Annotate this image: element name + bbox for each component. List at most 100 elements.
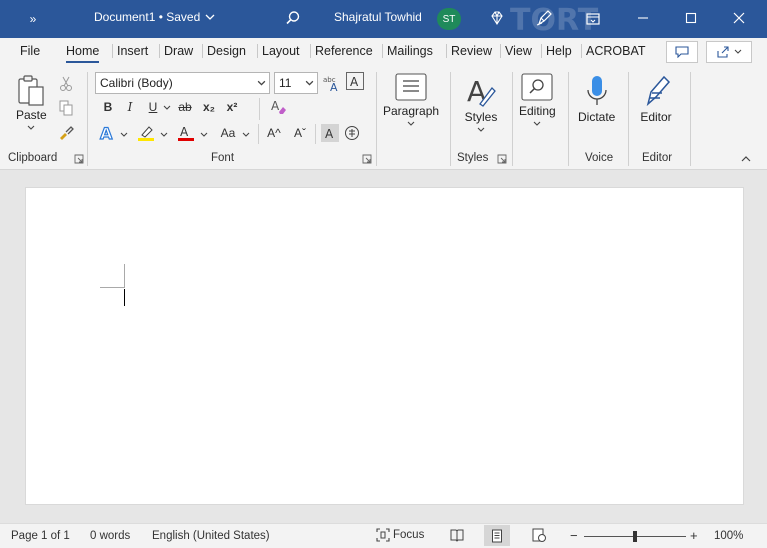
print-layout-button[interactable]	[484, 525, 510, 546]
page-count[interactable]: Page 1 of 1	[11, 530, 70, 542]
read-mode-button[interactable]	[450, 528, 464, 545]
text-effects-button[interactable]: A	[97, 123, 119, 143]
search-button[interactable]	[281, 6, 305, 30]
zoom-in-button[interactable]: +	[690, 528, 698, 543]
paste-icon	[18, 75, 44, 106]
status-bar: Page 1 of 1 0 words English (United Stat…	[0, 523, 767, 548]
format-painter-button[interactable]	[58, 124, 74, 140]
web-layout-button[interactable]	[532, 528, 546, 545]
language-indicator[interactable]: English (United States)	[152, 530, 270, 542]
tab-layout[interactable]: Layout	[257, 44, 300, 58]
tab-insert[interactable]: Insert	[112, 44, 148, 58]
tab-file[interactable]: File	[20, 44, 40, 58]
character-shading-button[interactable]: A	[321, 124, 339, 142]
paste-button[interactable]: Paste	[16, 74, 47, 132]
dialog-launcher-icon[interactable]	[74, 154, 84, 164]
word-count[interactable]: 0 words	[90, 530, 130, 542]
quick-access-more-button[interactable]: »	[22, 9, 44, 29]
bold-button[interactable]: B	[100, 98, 116, 116]
font-size-dropdown[interactable]: 11	[274, 72, 318, 94]
comments-button[interactable]	[666, 41, 698, 63]
subscript-button[interactable]: x₂	[200, 98, 218, 116]
chevron-down-icon	[533, 121, 541, 126]
tab-reference[interactable]: Reference	[310, 44, 373, 58]
focus-icon	[376, 528, 390, 542]
strikethrough-button[interactable]: ab	[175, 98, 195, 116]
font-name-dropdown[interactable]: Calibri (Body)	[95, 72, 270, 94]
tab-draw[interactable]: Draw	[159, 44, 193, 58]
ribbon-display-options-button[interactable]	[582, 8, 604, 30]
comment-icon	[675, 46, 689, 58]
tab-mailings[interactable]: Mailings	[382, 44, 433, 58]
document-area	[0, 171, 767, 523]
copy-icon	[59, 100, 73, 116]
italic-button[interactable]: I	[122, 98, 138, 116]
group-divider	[87, 72, 88, 166]
share-icon	[717, 46, 729, 58]
clipboard-group-label: Clipboard	[8, 152, 58, 164]
enclose-characters-button[interactable]	[343, 124, 361, 142]
chevron-down-icon	[257, 80, 266, 86]
chevron-down-icon	[477, 127, 485, 132]
chevron-down-icon[interactable]	[120, 131, 128, 139]
title-bar: TORT » Document1 • Saved Shajratul Towhi…	[0, 0, 767, 38]
minimize-button[interactable]	[630, 6, 656, 30]
tab-help[interactable]: Help	[541, 44, 572, 58]
editor-button[interactable]: Editor	[640, 74, 672, 124]
paragraph-button[interactable]: Paragraph	[383, 72, 439, 128]
editor-pen-icon	[646, 75, 671, 107]
underline-button[interactable]: U	[145, 98, 161, 116]
tab-design[interactable]: Design	[202, 44, 246, 58]
zoom-level[interactable]: 100%	[714, 530, 743, 542]
chevron-down-icon[interactable]	[242, 131, 250, 139]
dictate-button[interactable]: Dictate	[578, 74, 615, 124]
chevron-down-icon[interactable]	[160, 131, 168, 139]
tab-view[interactable]: View	[500, 44, 532, 58]
focus-button[interactable]: Focus	[376, 528, 424, 542]
document-page[interactable]	[25, 187, 744, 505]
clear-formatting-button[interactable]: abc A	[322, 72, 344, 94]
character-border-button[interactable]: A	[346, 72, 364, 90]
collapse-ribbon-button[interactable]	[738, 152, 754, 166]
change-case-button[interactable]: Aa	[216, 124, 240, 142]
margin-mark	[100, 287, 124, 288]
pen-button[interactable]	[532, 7, 556, 29]
font-size-value: 11	[279, 76, 292, 90]
font-row-divider	[259, 98, 260, 120]
chevron-down-icon[interactable]	[163, 104, 171, 112]
ribbon-display-icon	[586, 13, 600, 25]
avatar[interactable]: ST	[437, 8, 461, 30]
user-name[interactable]: Shajratul Towhid	[334, 10, 422, 24]
font-row-divider	[315, 124, 316, 144]
chevron-down-icon[interactable]	[200, 131, 208, 139]
styles-button[interactable]: A Styles	[464, 74, 498, 134]
focus-label: Focus	[393, 529, 425, 541]
shrink-font-button[interactable]: Aˇ	[290, 124, 310, 142]
maximize-button[interactable]	[678, 6, 704, 30]
share-button[interactable]	[706, 41, 752, 63]
highlight-color-button[interactable]	[136, 123, 156, 143]
document-title-button[interactable]: Document1 • Saved	[94, 10, 215, 24]
svg-text:A: A	[271, 99, 280, 113]
grow-font-button[interactable]: A^	[264, 124, 284, 142]
tab-review[interactable]: Review	[446, 44, 492, 58]
copy-button[interactable]	[58, 100, 74, 116]
clear-all-formatting-button[interactable]: A	[270, 98, 288, 116]
dialog-launcher-icon[interactable]	[497, 154, 507, 164]
margin-mark	[124, 264, 125, 288]
zoom-slider-thumb[interactable]	[633, 531, 637, 542]
eraser-a-icon: A	[271, 99, 286, 114]
editing-button[interactable]: Editing	[519, 72, 556, 128]
superscript-button[interactable]: x²	[223, 98, 241, 116]
tab-home[interactable]: Home	[66, 44, 100, 63]
font-color-button[interactable]: A	[176, 123, 196, 143]
close-button[interactable]	[726, 6, 752, 30]
tab-acrobat[interactable]: ACROBAT	[581, 44, 646, 58]
cut-button[interactable]	[58, 76, 74, 92]
title-bar-watermark: TORT	[510, 3, 599, 38]
dialog-launcher-icon[interactable]	[362, 154, 372, 164]
premium-diamond-button[interactable]	[486, 7, 508, 29]
zoom-out-button[interactable]: −	[570, 528, 578, 543]
text-cursor	[124, 289, 125, 306]
styles-icon: A	[467, 75, 496, 108]
